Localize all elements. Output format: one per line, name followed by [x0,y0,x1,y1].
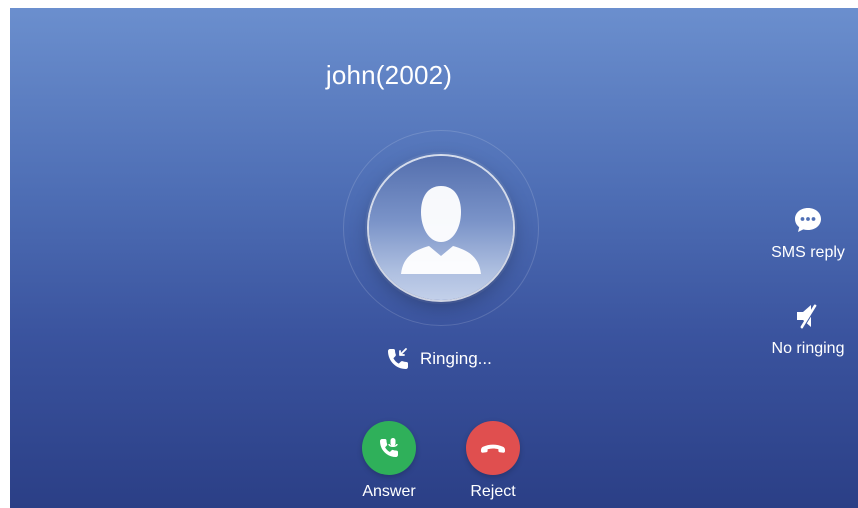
sms-reply-label: SMS reply [771,244,845,261]
no-ringing-label: No ringing [771,340,845,357]
answer-button[interactable]: Answer [349,421,429,501]
phone-hangup-icon [481,444,505,453]
incoming-call-icon [388,348,408,369]
incoming-call-screen: john(2002) Ringing... Answer Reject SMS … [10,8,858,508]
caller-name: john(2002) [325,60,453,90]
sms-reply-button[interactable]: SMS reply [758,204,858,262]
call-status-text: Ringing... [420,349,492,368]
phone-answer-icon [380,438,398,457]
chat-bubble-icon [795,208,821,232]
reject-button[interactable]: Reject [453,421,533,501]
reject-label: Reject [470,483,516,500]
person-silhouette-icon [401,186,481,274]
no-ringing-button[interactable]: No ringing [758,300,858,358]
speaker-mute-icon [797,304,818,329]
avatar [369,156,513,300]
call-status: Ringing... [384,344,492,374]
reject-button-circle[interactable] [466,421,520,475]
answer-label: Answer [362,483,416,500]
answer-button-circle[interactable] [362,421,416,475]
